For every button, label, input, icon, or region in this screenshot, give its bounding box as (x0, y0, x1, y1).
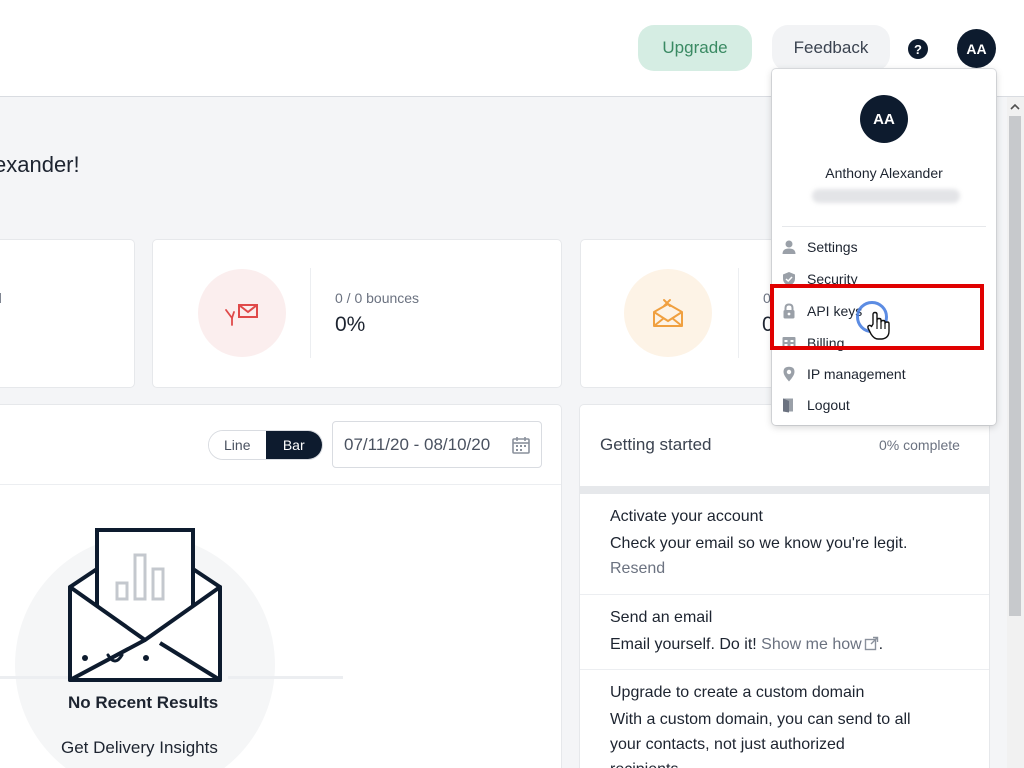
help-icon[interactable]: ? (908, 39, 928, 59)
empty-envelope-icon (65, 525, 225, 690)
card-divider (310, 268, 311, 358)
checklist-item-text: recipients. (610, 757, 683, 768)
menu-item-label: IP management (807, 366, 906, 382)
scrollbar-thumb[interactable] (1009, 116, 1021, 616)
getting-started-progress: 0% complete (879, 437, 960, 453)
checklist-item-text: With a custom domain, you can send to al… (610, 711, 911, 728)
checklist-item-suffix: . (878, 636, 884, 653)
checklist-item-title: Activate your account (610, 508, 763, 525)
toggle-line-option[interactable]: Line (209, 431, 266, 459)
stat-card-spam: 0 0 (581, 240, 801, 387)
checklist-item: Activate your account Check your email s… (580, 494, 989, 595)
dropdown-avatar: AA (860, 95, 908, 143)
logout-icon (781, 397, 797, 413)
menu-item-settings[interactable]: Settings (772, 233, 996, 261)
empty-state-line (228, 676, 343, 679)
external-link-icon (864, 634, 879, 659)
empty-state-subtitle: Get Delivery Insights (61, 738, 218, 757)
panel-header-divider (0, 484, 561, 485)
date-range-picker[interactable]: 07/11/20 - 08/10/20 (332, 421, 542, 468)
spam-envelope-icon (624, 269, 712, 357)
empty-state-line (0, 676, 70, 679)
checklist-item-title: Send an email (610, 609, 713, 626)
account-email-redacted (812, 189, 960, 203)
checklist-item-title: Upgrade to create a custom domain (610, 684, 865, 701)
calendar-icon (511, 435, 531, 460)
location-pin-icon (781, 366, 797, 382)
chart-type-toggle: Line Bar (208, 430, 323, 460)
resend-link[interactable]: Resend (610, 556, 665, 581)
toggle-bar-option[interactable]: Bar (265, 431, 322, 459)
checklist-item-text: Email yourself. Do it! (610, 636, 757, 653)
getting-started-panel: Getting started 0% complete Activate you… (580, 405, 989, 768)
menu-item-ip-management[interactable]: IP management (772, 360, 996, 388)
menu-item-label: Logout (807, 397, 850, 413)
delivery-chart-panel: Line Bar 07/11/20 - 08/10/20 No Recent R… (0, 405, 561, 768)
dropdown-separator (782, 226, 986, 227)
account-name: Anthony Alexander (825, 165, 943, 181)
checklist-item: Send an email Email yourself. Do it! Sho… (580, 595, 989, 670)
stat-card-bounces: 0 / 0 bounces 0% (153, 240, 561, 387)
account-dropdown-menu: AA Anthony Alexander Settings Security A… (772, 69, 996, 425)
hand-cursor-icon (866, 311, 892, 346)
getting-started-progress-bar (580, 486, 989, 494)
checklist-item-text: Check your email so we know you're legit… (610, 535, 908, 552)
show-me-how-link[interactable]: Show me how (761, 636, 862, 653)
bounces-value: 0% (335, 313, 366, 336)
scroll-up-arrow-icon[interactable] (1009, 100, 1021, 112)
getting-started-title: Getting started (600, 435, 712, 454)
bounce-icon (198, 269, 286, 357)
stat-card-delivered: d (0, 240, 134, 387)
checklist-item: Upgrade to create a custom domain With a… (580, 670, 989, 768)
checklist-item-text: your contacts, not just authorized (610, 736, 845, 753)
stat-label-fragment: d (0, 290, 2, 306)
bounces-label: 0 / 0 bounces (335, 290, 420, 306)
user-icon (781, 239, 797, 255)
feedback-button[interactable]: Feedback (772, 25, 890, 71)
empty-state-title: No Recent Results (68, 693, 219, 712)
menu-item-label: Settings (807, 239, 858, 255)
date-range-value: 07/11/20 - 08/10/20 (344, 434, 491, 454)
card-divider (738, 268, 739, 358)
account-avatar-button[interactable]: AA (957, 29, 996, 68)
checklist-item-text-row: Email yourself. Do it! Show me how. (610, 632, 883, 659)
upgrade-button[interactable]: Upgrade (638, 25, 752, 71)
menu-item-logout[interactable]: Logout (772, 391, 996, 419)
welcome-greeting: exander! (0, 152, 80, 177)
